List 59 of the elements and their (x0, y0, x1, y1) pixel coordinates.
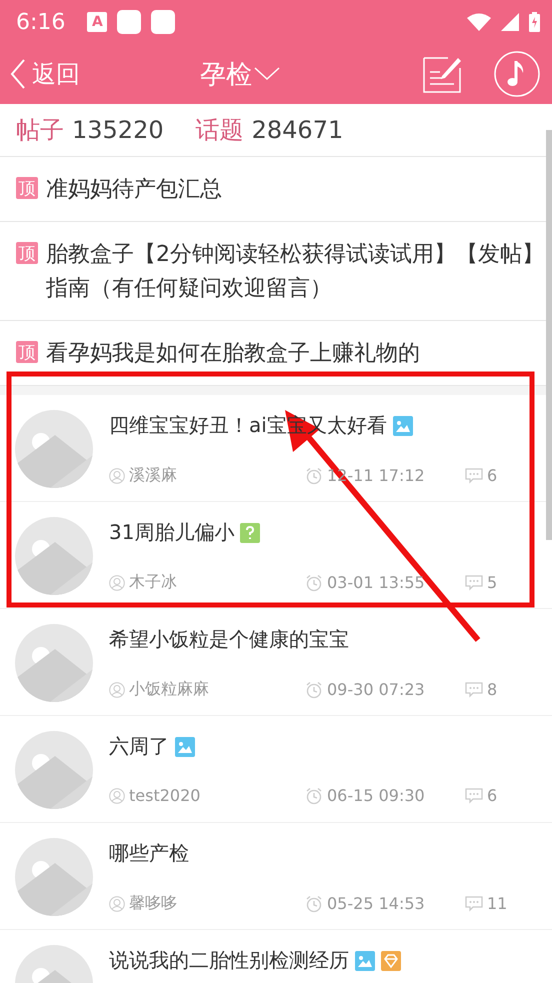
post-time: 05-25 14:53 (327, 894, 425, 913)
pinned-badge: 顶 (16, 177, 38, 199)
stat-value: 135220 (72, 116, 164, 144)
post-time: 03-01 13:55 (327, 573, 425, 592)
stat-label: 话题 (196, 115, 244, 146)
comment-count: 5 (487, 573, 498, 592)
comment-count: 8 (487, 680, 498, 699)
pinned-badge: 顶 (16, 242, 38, 264)
user-icon (109, 468, 125, 484)
alarm-clock-icon (305, 574, 323, 592)
post-author: test2020 (129, 786, 200, 805)
wifi-icon (467, 13, 491, 31)
notification-icon: A (87, 12, 108, 32)
user-icon (109, 574, 125, 590)
alarm-clock-icon (305, 786, 323, 804)
post-title[interactable]: 31周胎儿偏小 (109, 519, 234, 546)
pinned-post-title[interactable]: 准妈妈待产包汇总 (46, 173, 222, 207)
battery-icon (529, 12, 540, 32)
user-icon (109, 896, 125, 912)
comment-count: 11 (487, 894, 508, 913)
stat-value: 284671 (252, 116, 344, 144)
image-icon (355, 950, 375, 970)
post-author: 馨哆哆 (129, 893, 177, 914)
comment-icon (465, 468, 483, 484)
post-title[interactable]: 哪些产检 (109, 840, 189, 867)
user-icon (109, 682, 125, 698)
notification-icon (117, 10, 142, 34)
chevron-down-icon (254, 67, 280, 81)
alarm-clock-icon (305, 680, 323, 698)
gem-icon (381, 950, 401, 970)
signal-icon (501, 13, 519, 31)
comment-count: 6 (487, 786, 498, 805)
alarm-clock-icon (305, 466, 323, 484)
post-title[interactable]: 说说我的二胎性别检测经历 (109, 947, 349, 974)
stat-label: 帖子 (16, 115, 64, 146)
status-time: 6:16 (16, 10, 66, 34)
post-author: 小饭粒麻麻 (129, 679, 209, 700)
comment-icon (465, 788, 483, 804)
comment-icon (465, 896, 483, 912)
post-title[interactable]: 六周了 (109, 733, 169, 760)
question-icon (240, 522, 260, 542)
pinned-badge: 顶 (16, 341, 38, 363)
post-time: 09-30 07:23 (327, 680, 425, 699)
post-author: 溪溪麻 (129, 465, 177, 486)
notification-icon (151, 10, 176, 34)
comment-icon (465, 574, 483, 590)
alarm-clock-icon (305, 894, 323, 912)
image-icon (175, 736, 195, 756)
post-author: 木子冰 (129, 572, 177, 593)
comment-count: 6 (487, 466, 498, 485)
image-icon (392, 416, 413, 436)
music-icon[interactable] (494, 51, 540, 97)
pinned-post-title[interactable]: 看孕妈我是如何在胎教盒子上赚礼物的 (46, 337, 420, 371)
pinned-post-title[interactable]: 胎教盒子【2分钟阅读轻松获得试读试用】【发帖】指南（有任何疑问欢迎留言） (46, 238, 544, 306)
post-time: 06-15 09:30 (327, 786, 425, 805)
comment-icon (465, 682, 483, 698)
post-title[interactable]: 希望小饭粒是个健康的宝宝 (109, 626, 349, 653)
chevron-left-icon (10, 59, 26, 89)
user-icon (109, 788, 125, 804)
